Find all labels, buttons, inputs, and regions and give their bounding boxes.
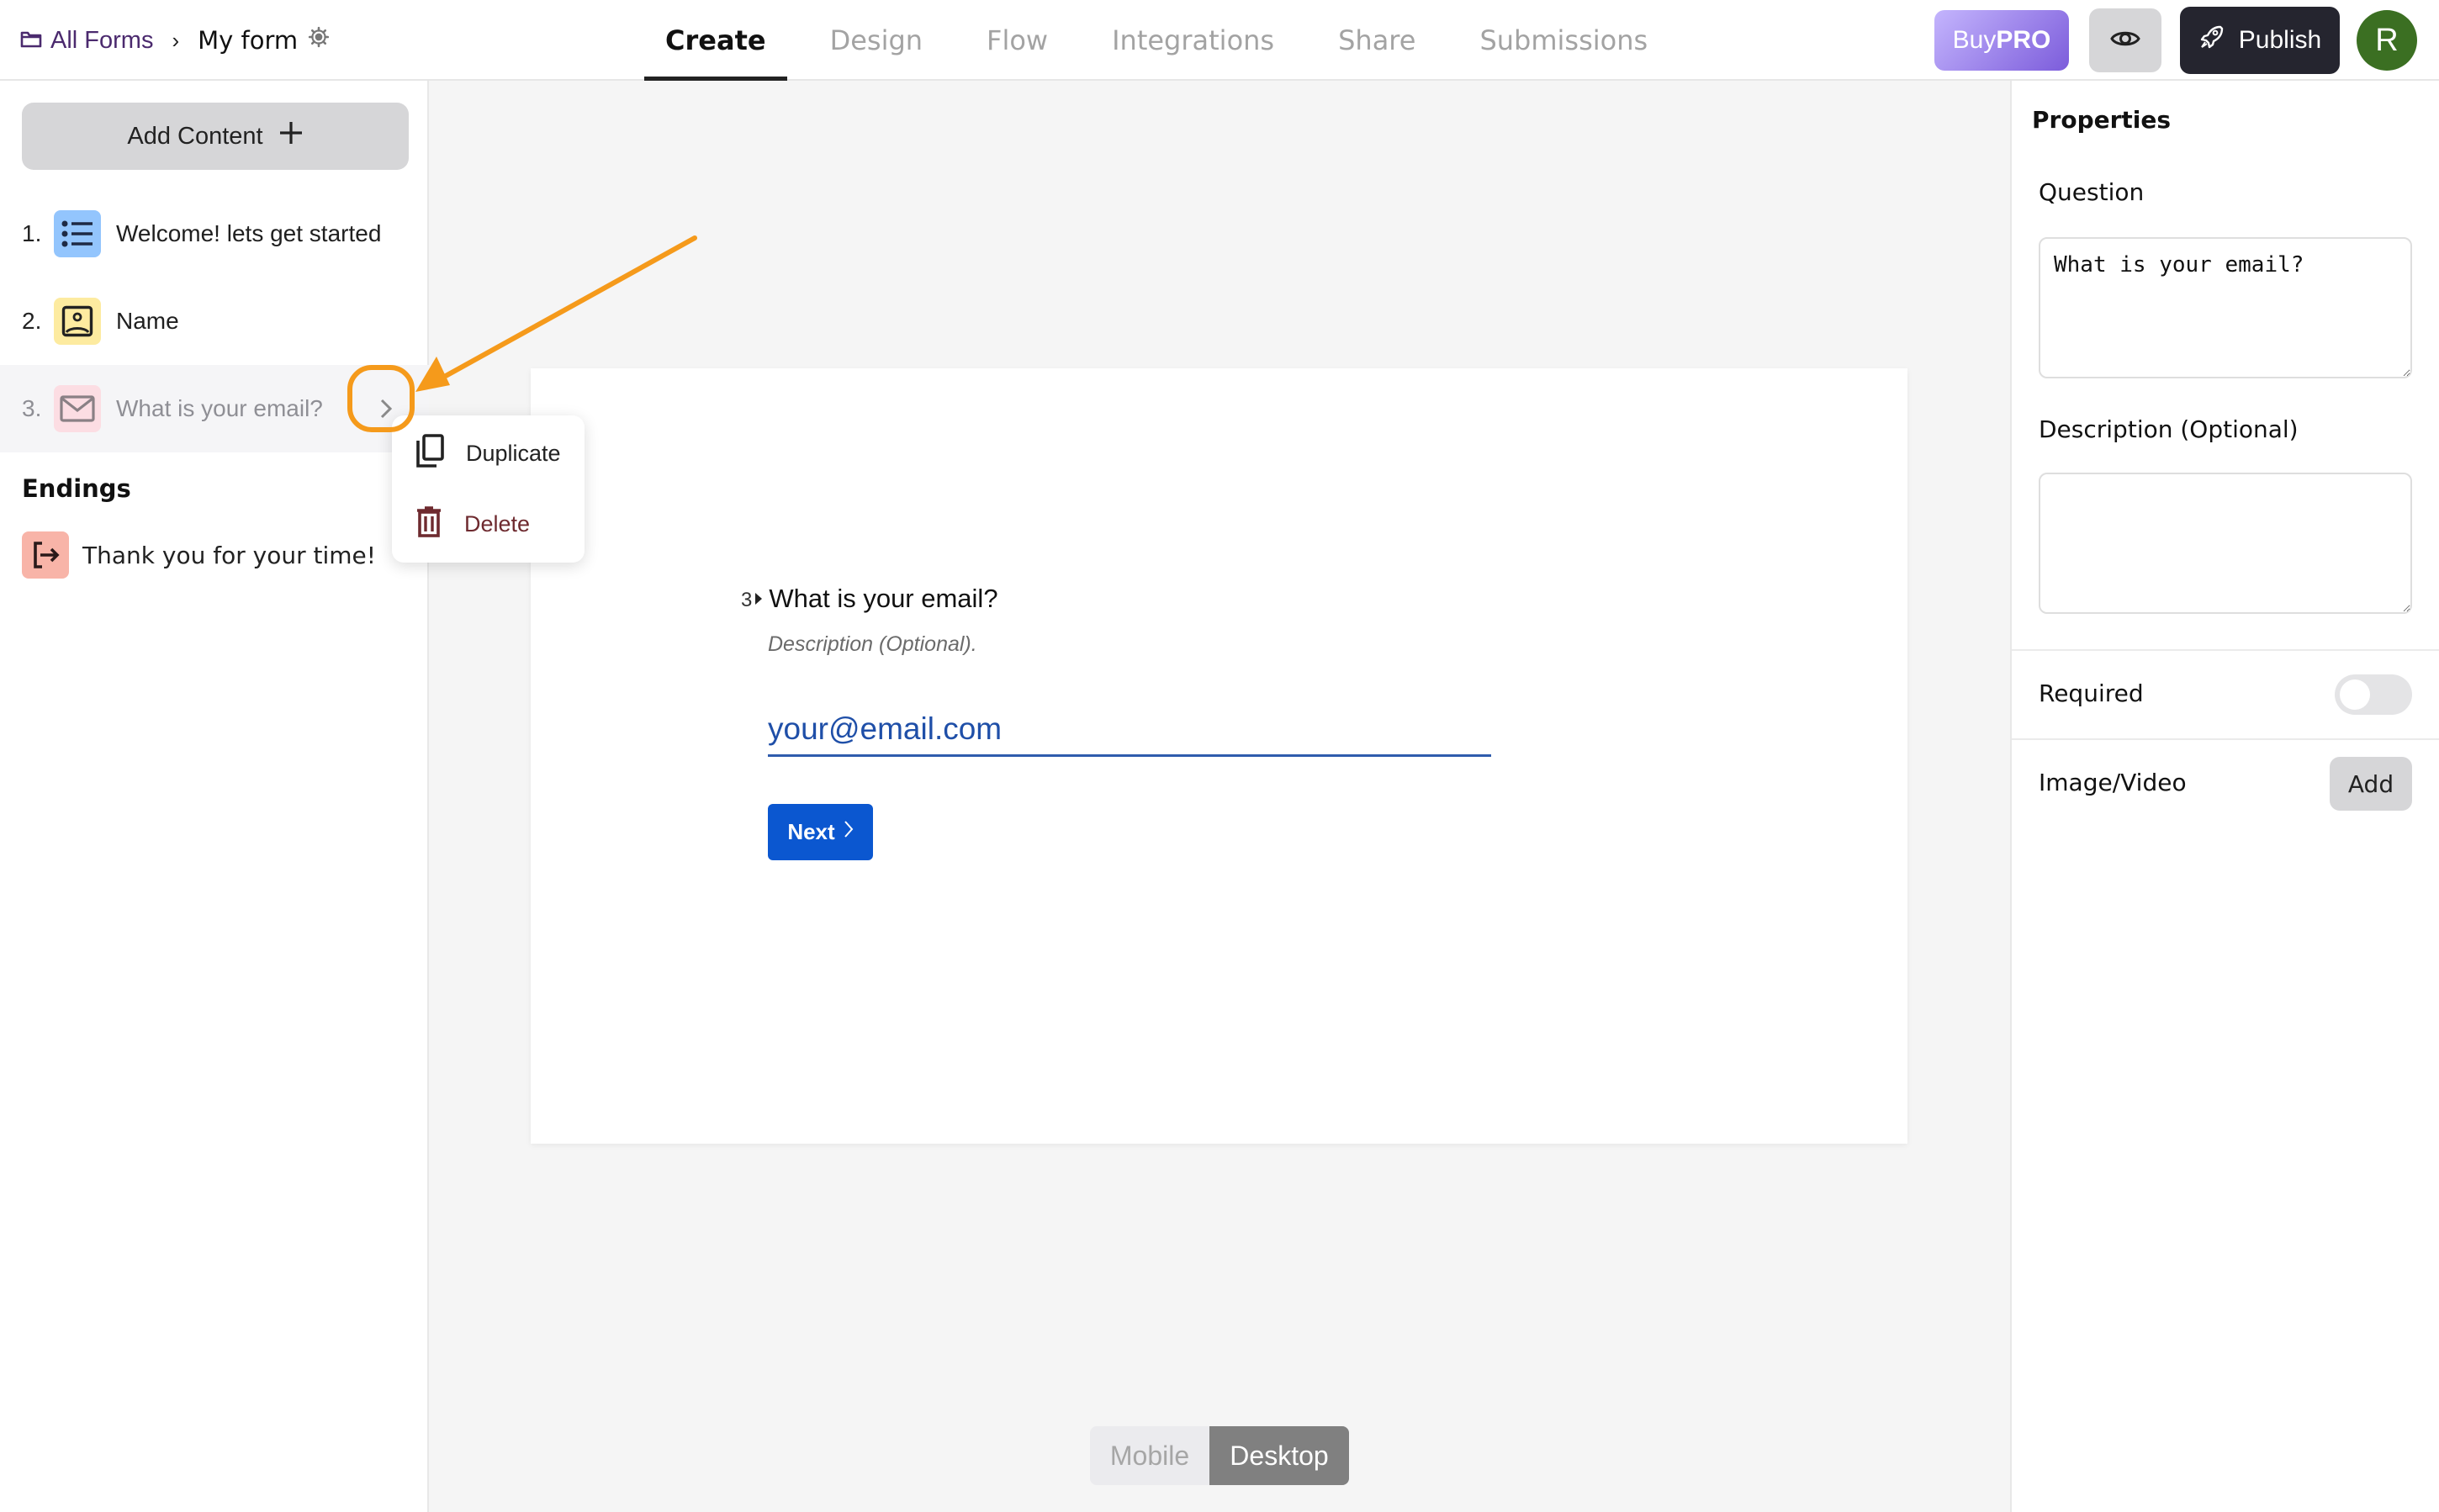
folder-icon	[20, 27, 42, 55]
question-item-2[interactable]: 2. Name	[0, 278, 429, 365]
exit-icon	[22, 531, 69, 579]
preview-question-number: 3	[741, 589, 753, 611]
endings-heading: Endings	[22, 474, 131, 503]
properties-panel: Properties Question Description (Optiona…	[2010, 81, 2439, 1512]
divider	[2012, 649, 2439, 651]
media-label: Image/Video	[2039, 769, 2187, 796]
ending-label: Thank you for your time!	[82, 541, 376, 569]
breadcrumb-separator: ›	[172, 27, 180, 53]
delete-menu-item[interactable]: Delete	[415, 503, 530, 545]
buy-pro-button[interactable]: Buy PRO	[1934, 10, 2069, 71]
eye-icon	[2110, 28, 2140, 54]
trash-icon	[415, 505, 442, 543]
buy-pro-prefix: Buy	[1952, 26, 1997, 54]
duplicate-label: Duplicate	[466, 440, 561, 466]
required-toggle[interactable]	[2335, 674, 2412, 715]
add-media-button[interactable]: Add	[2330, 757, 2412, 811]
next-label: Next	[787, 819, 835, 844]
preview-button[interactable]	[2089, 8, 2161, 72]
email-input[interactable]	[768, 703, 1491, 757]
chevron-right-icon	[844, 819, 854, 845]
publish-label: Publish	[2238, 26, 2322, 54]
next-button[interactable]: Next	[768, 804, 873, 860]
preview-question-text: What is your email?	[769, 584, 998, 613]
duplicate-menu-item[interactable]: Duplicate	[415, 432, 561, 474]
publish-button[interactable]: Publish	[2180, 7, 2340, 74]
rocket-icon	[2198, 24, 2225, 57]
tab-integrations[interactable]: Integrations	[1091, 0, 1295, 81]
add-content-label: Add Content	[127, 122, 263, 150]
all-forms-label: All Forms	[50, 26, 154, 54]
form-name: My form	[198, 26, 299, 55]
question-item-3[interactable]: 3. What is your email?	[0, 365, 429, 452]
list-icon	[54, 210, 101, 257]
question-item-1[interactable]: 1. Welcome! lets get started	[0, 190, 429, 278]
gear-icon[interactable]	[308, 26, 330, 55]
breadcrumb: All Forms › My form	[20, 24, 330, 57]
question-context-menu: Duplicate Delete	[392, 415, 585, 563]
question-textarea[interactable]	[2039, 237, 2412, 378]
tab-design[interactable]: Design	[809, 0, 944, 81]
avatar[interactable]: R	[2357, 10, 2417, 71]
view-mode-toggle: Mobile Desktop	[1090, 1426, 1349, 1485]
question-label: Name	[116, 308, 179, 334]
preview-description: Description (Optional).	[768, 632, 977, 656]
contact-icon	[54, 298, 101, 345]
question-number: 1.	[22, 220, 42, 246]
tab-create[interactable]: Create	[644, 0, 787, 81]
question-number: 3.	[22, 395, 42, 421]
content-sidebar: Add Content 1. Welcome! lets get started…	[0, 81, 429, 1512]
description-field-label: Description (Optional)	[2039, 415, 2299, 443]
view-desktop-button[interactable]: Desktop	[1209, 1426, 1349, 1485]
description-textarea[interactable]	[2039, 473, 2412, 614]
question-label: What is your email?	[116, 395, 323, 421]
view-mobile-button[interactable]: Mobile	[1090, 1426, 1209, 1485]
preview-question: 3 What is your email?	[741, 584, 998, 614]
buy-pro-bold: PRO	[1996, 26, 2051, 54]
main-tabs: Create Design Flow Integrations Share Su…	[644, 0, 1669, 81]
all-forms-link[interactable]: All Forms	[20, 27, 153, 55]
divider	[2012, 738, 2439, 740]
delete-label: Delete	[464, 510, 531, 537]
add-content-button[interactable]: Add Content	[22, 103, 409, 170]
tab-submissions[interactable]: Submissions	[1458, 0, 1669, 81]
plus-icon	[278, 120, 304, 152]
ending-item-1[interactable]: Thank you for your time!	[22, 530, 376, 580]
top-bar: All Forms › My form Create Design Flow I…	[0, 0, 2439, 81]
properties-title: Properties	[2032, 106, 2172, 134]
question-field-label: Question	[2039, 178, 2145, 206]
tab-flow[interactable]: Flow	[966, 0, 1069, 81]
annotation-arrow-line	[443, 235, 697, 378]
required-label: Required	[2039, 679, 2144, 707]
question-number: 2.	[22, 308, 42, 334]
caret-right-icon	[754, 584, 764, 614]
toggle-knob	[2340, 679, 2370, 710]
tab-share[interactable]: Share	[1317, 0, 1436, 81]
question-label: Welcome! lets get started	[116, 220, 382, 246]
copy-icon	[415, 433, 444, 473]
mail-icon	[54, 385, 101, 432]
form-preview-card: 3 What is your email? Description (Optio…	[531, 368, 1907, 1144]
